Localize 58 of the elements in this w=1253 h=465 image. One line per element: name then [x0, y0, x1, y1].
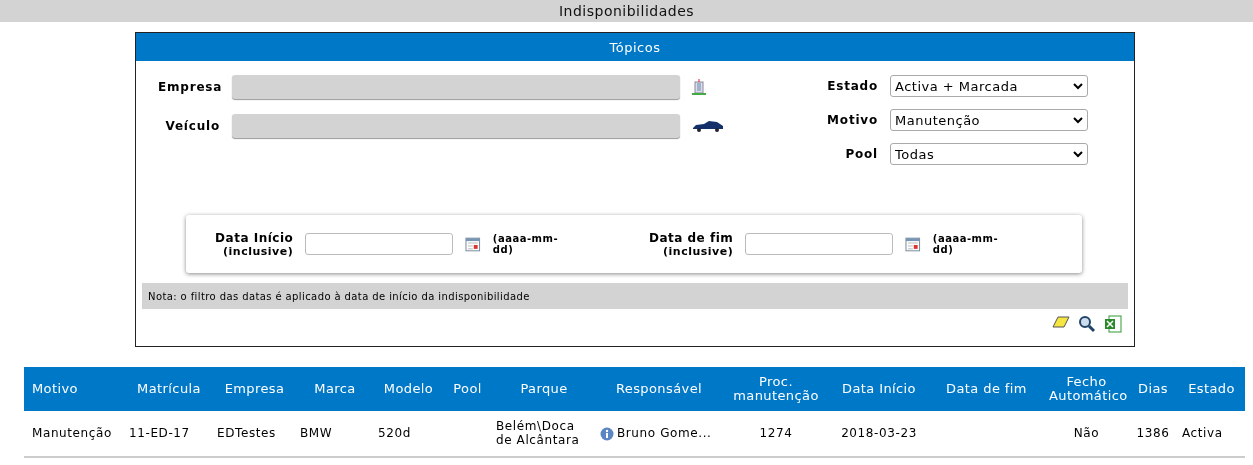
column-header[interactable]: Pool: [443, 367, 492, 411]
column-header[interactable]: Data de fim: [928, 367, 1045, 411]
date-format-hint: (aaaa-mm-dd): [492, 233, 560, 255]
calendar-icon[interactable]: [905, 236, 921, 252]
column-header[interactable]: Data Início: [830, 367, 928, 411]
input-field[interactable]: [232, 114, 680, 138]
chevron-down-icon: [1073, 116, 1083, 124]
date-field[interactable]: [745, 233, 894, 255]
dropdown[interactable]: Manutenção: [890, 109, 1088, 131]
field-label: Pool: [844, 147, 878, 161]
table-cell: 1386: [1136, 425, 1170, 440]
note-text: Nota: o filtro das datas é aplicado à data de início da indisponibilidade: [142, 283, 1128, 309]
column-header[interactable]: Motivo: [24, 367, 125, 411]
dropdown[interactable]: Activa + Marcada: [890, 75, 1088, 97]
date-format-hint: (aaaa-mm-dd): [932, 233, 1000, 255]
calendar-icon[interactable]: [465, 236, 481, 252]
table-cell: Não: [1073, 425, 1100, 440]
spreadsheet-icon[interactable]: [1104, 315, 1122, 333]
panel-title: Tópicos: [136, 33, 1134, 61]
field-label: Veículo: [164, 119, 220, 133]
table-cell: Manutenção: [32, 425, 112, 440]
table-cell: Bruno Gome...: [617, 426, 712, 441]
date-sublabel: (inclusive): [223, 244, 294, 258]
date-field[interactable]: [305, 233, 454, 255]
field-label: Empresa: [158, 80, 220, 94]
column-header[interactable]: Fecho Automático: [1045, 367, 1128, 411]
date-sublabel: (inclusive): [663, 244, 734, 258]
column-header[interactable]: Matrícula: [125, 367, 213, 411]
eraser-icon[interactable]: [1052, 315, 1070, 329]
column-header[interactable]: Dias: [1128, 367, 1178, 411]
date-label: Data Início: [215, 230, 294, 245]
column-header[interactable]: Modelo: [374, 367, 443, 411]
table-cell: 1274: [759, 425, 793, 440]
column-header[interactable]: Responsável: [596, 367, 722, 411]
field-label: Motivo: [826, 113, 878, 127]
search-icon[interactable]: [1078, 315, 1096, 333]
info-icon[interactable]: [600, 426, 614, 441]
table-cell: 11-ED-17: [129, 425, 190, 440]
column-header[interactable]: Parque: [492, 367, 596, 411]
column-header[interactable]: Marca: [296, 367, 374, 411]
page-title: Indisponibilidades: [0, 0, 1253, 22]
column-header[interactable]: Empresa: [213, 367, 296, 411]
column-header[interactable]: Estado: [1178, 367, 1245, 411]
building-icon[interactable]: [692, 79, 706, 95]
table-cell: BMW: [300, 425, 333, 440]
table-cell: 2018-03-23: [841, 425, 917, 440]
chevron-down-icon: [1073, 82, 1083, 90]
table-cell: EDTestes: [217, 425, 276, 440]
table-cell: Belém\Doca de Alcântara: [496, 418, 580, 447]
field-label: Estado: [826, 79, 878, 93]
input-field[interactable]: [232, 75, 680, 99]
date-label: Data de fim: [648, 230, 734, 245]
table-cell: 520d: [378, 425, 411, 440]
chevron-down-icon: [1073, 150, 1083, 158]
table-cell: Activa: [1182, 425, 1223, 440]
dropdown[interactable]: Todas: [890, 143, 1088, 165]
column-header[interactable]: Proc. manutenção: [722, 367, 830, 411]
car-icon[interactable]: [692, 120, 724, 132]
